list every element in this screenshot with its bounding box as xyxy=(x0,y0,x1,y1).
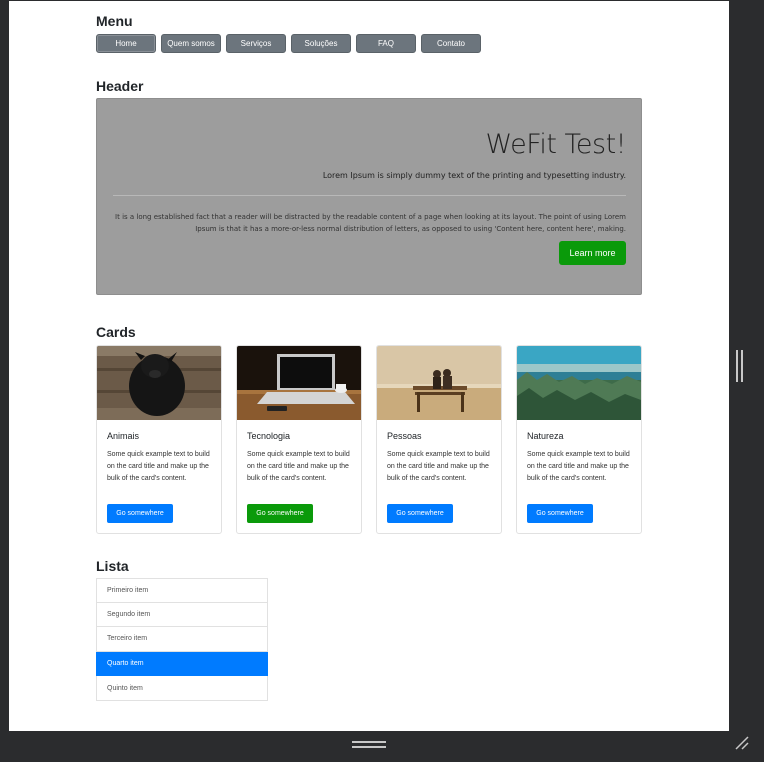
list-item[interactable]: Segundo item xyxy=(96,602,268,628)
preview-frame: Menu Home Quem somos Serviços Soluções F… xyxy=(9,1,729,731)
lake-and-trees-photo xyxy=(517,346,641,420)
list-section-title: Lista xyxy=(96,558,129,574)
card-tecnologia: Tecnologia Some quick example text to bu… xyxy=(236,345,362,534)
learn-more-button[interactable]: Learn more xyxy=(559,241,626,265)
card-pessoas: Pessoas Some quick example text to build… xyxy=(376,345,502,534)
card-text: Some quick example text to build on the … xyxy=(247,451,350,482)
list-item[interactable]: Terceiro item xyxy=(96,627,268,652)
card-go-somewhere-button[interactable]: Go somewhere xyxy=(387,504,453,523)
card-go-somewhere-button[interactable]: Go somewhere xyxy=(247,504,313,523)
card-animais: Animais Some quick example text to build… xyxy=(96,345,222,534)
jumbotron: WeFit Test! Lorem Ipsum is simply dummy … xyxy=(96,98,642,295)
card-natureza: Natureza Some quick example text to buil… xyxy=(516,345,642,534)
menu-button-servicos[interactable]: Serviços xyxy=(226,34,286,53)
card-title: Animais xyxy=(107,431,140,441)
cards-section-title: Cards xyxy=(96,324,136,340)
card-go-somewhere-button[interactable]: Go somewhere xyxy=(527,504,593,523)
menu-button-home[interactable]: Home xyxy=(96,34,156,53)
card-text: Some quick example text to build on the … xyxy=(527,451,630,482)
menu-button-contato[interactable]: Contato xyxy=(421,34,481,53)
header-section-title: Header xyxy=(96,78,144,94)
resize-corner-icon[interactable] xyxy=(734,735,750,751)
list-group: Primeiro item Segundo item Terceiro item… xyxy=(96,578,268,701)
couple-on-bench-photo xyxy=(377,346,501,420)
list-item[interactable]: Primeiro item xyxy=(96,578,268,603)
menu-button-faq[interactable]: FAQ xyxy=(356,34,416,53)
card-text: Some quick example text to build on the … xyxy=(387,451,490,482)
black-dog-photo xyxy=(97,346,221,420)
list-item[interactable]: Quinto item xyxy=(96,676,268,701)
card-title: Pessoas xyxy=(387,431,422,441)
card-go-somewhere-button[interactable]: Go somewhere xyxy=(107,504,173,523)
vertical-resize-handle[interactable] xyxy=(736,350,744,382)
menu-button-quem-somos[interactable]: Quem somos xyxy=(161,34,221,53)
jumbotron-divider xyxy=(113,195,626,196)
jumbotron-body: It is a long established fact that a rea… xyxy=(115,213,626,233)
card-text: Some quick example text to build on the … xyxy=(107,451,210,482)
menu-button-solucoes[interactable]: Soluções xyxy=(291,34,351,53)
card-title: Natureza xyxy=(527,431,564,441)
list-item-active[interactable]: Quarto item xyxy=(96,651,268,677)
jumbotron-lead: Lorem Ipsum is simply dummy text of the … xyxy=(322,171,626,180)
menu-section-title: Menu xyxy=(96,13,133,29)
card-title: Tecnologia xyxy=(247,431,291,441)
jumbotron-heading: WeFit Test! xyxy=(485,129,627,160)
horizontal-resize-handle[interactable] xyxy=(352,741,386,748)
laptop-on-desk-photo xyxy=(237,346,361,420)
